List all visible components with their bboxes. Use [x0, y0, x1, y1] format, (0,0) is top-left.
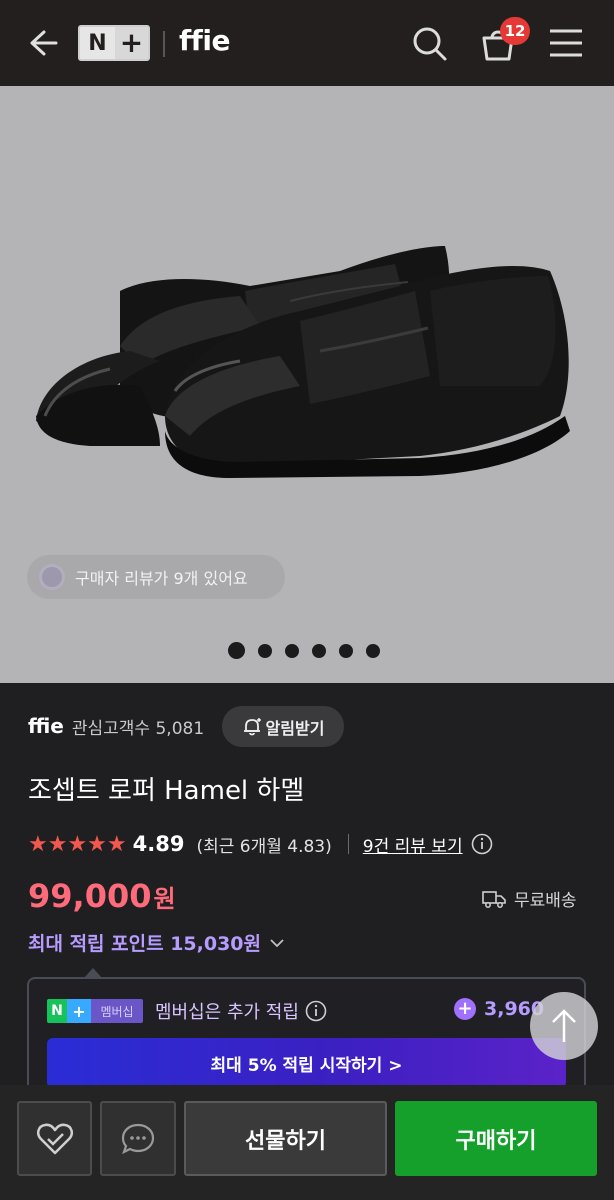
shipping-info: 무료배송 [482, 886, 577, 911]
buyer-review-chip[interactable]: 구매자 리뷰가 9개 있어요 [27, 555, 285, 599]
arrow-up-icon [552, 1009, 576, 1042]
view-reviews-link[interactable]: 9건 리뷰 보기 [363, 832, 463, 857]
pager-dot[interactable] [285, 643, 299, 658]
gift-button[interactable]: 선물하기 [184, 1101, 387, 1176]
store-name[interactable]: ffie [28, 714, 64, 738]
rating-divider [347, 834, 349, 854]
membership-text: 멤버십은 추가 적립 [155, 1002, 299, 1023]
badge-n: N [47, 999, 67, 1023]
top-header: N + ffie 12 [0, 0, 614, 86]
hamburger-menu-icon[interactable] [548, 26, 584, 60]
membership-text-row: 멤버십은 추가 적립 [155, 998, 327, 1024]
chevron-down-icon [270, 938, 284, 947]
price-value: 99,000 [28, 877, 152, 915]
max-points-toggle[interactable]: 최대 적립 포인트 15,030원 [28, 929, 285, 956]
recent-rating: (최근 6개월 4.83) [196, 836, 332, 857]
brand-logo[interactable]: ffie [179, 24, 230, 57]
pager-dot[interactable] [339, 643, 353, 658]
naver-plus-logo[interactable]: N + [78, 25, 150, 61]
alert-subscribe-button[interactable]: 알림받기 [222, 706, 344, 747]
gift-label: 선물하기 [245, 1128, 326, 1154]
cart-count-badge: 12 [500, 17, 530, 45]
carousel-pager [228, 642, 380, 659]
wishlist-button[interactable] [17, 1101, 92, 1176]
pager-dot[interactable] [366, 643, 380, 658]
product-price: 99,000원 [28, 877, 176, 915]
max-points-label: 최대 적립 포인트 15,030원 [28, 933, 262, 955]
chat-bubble-icon [121, 1123, 155, 1154]
plus-letter: + [114, 27, 148, 59]
store-fans-count: 관심고객수 5,081 [71, 718, 205, 739]
alert-label: 알림받기 [265, 718, 325, 738]
start-earning-label: 최대 5% 적립 시작하기 > [210, 1055, 403, 1076]
buy-button[interactable]: 구매하기 [395, 1101, 597, 1176]
back-arrow-icon[interactable] [22, 25, 58, 61]
plus-circle-icon: + [454, 998, 476, 1020]
chat-inquiry-button[interactable] [100, 1101, 176, 1176]
store-row: ffie 관심고객수 5,081 [28, 706, 204, 746]
reviewer-avatar-icon [39, 564, 65, 590]
naver-plus-membership-badge: N + 멤버십 [47, 999, 143, 1023]
header-divider [163, 31, 165, 57]
product-title: 조셉트 로퍼 Hamel 하멜 [28, 776, 305, 806]
badge-label: 멤버십 [91, 999, 143, 1023]
start-earning-button[interactable]: 최대 5% 적립 시작하기 > [47, 1038, 566, 1088]
pager-dot[interactable] [312, 643, 326, 658]
naver-n-letter: N [80, 27, 115, 59]
bell-plus-icon [243, 717, 261, 735]
shipping-label: 무료배송 [514, 891, 577, 911]
buy-label: 구매하기 [455, 1128, 537, 1154]
heart-check-icon [36, 1123, 73, 1154]
review-chip-text: 구매자 리뷰가 9개 있어요 [75, 569, 248, 588]
rating-score: 4.89 [132, 832, 185, 856]
badge-plus: + [67, 999, 91, 1023]
search-icon[interactable] [410, 24, 450, 64]
pager-dot[interactable] [228, 642, 245, 659]
info-icon[interactable] [471, 833, 493, 855]
pager-dot[interactable] [258, 643, 272, 658]
info-icon[interactable] [305, 1000, 327, 1022]
product-image-carousel[interactable]: 구매자 리뷰가 9개 있어요 [0, 86, 614, 683]
delivery-truck-icon [482, 890, 506, 908]
price-unit: 원 [153, 885, 176, 913]
scroll-to-top-button[interactable] [530, 992, 598, 1060]
star-rating-icons: ★★★★★ [28, 831, 127, 857]
rating-row: ★★★★★ 4.89 (최근 6개월 4.83) 9건 리뷰 보기 [28, 828, 493, 860]
